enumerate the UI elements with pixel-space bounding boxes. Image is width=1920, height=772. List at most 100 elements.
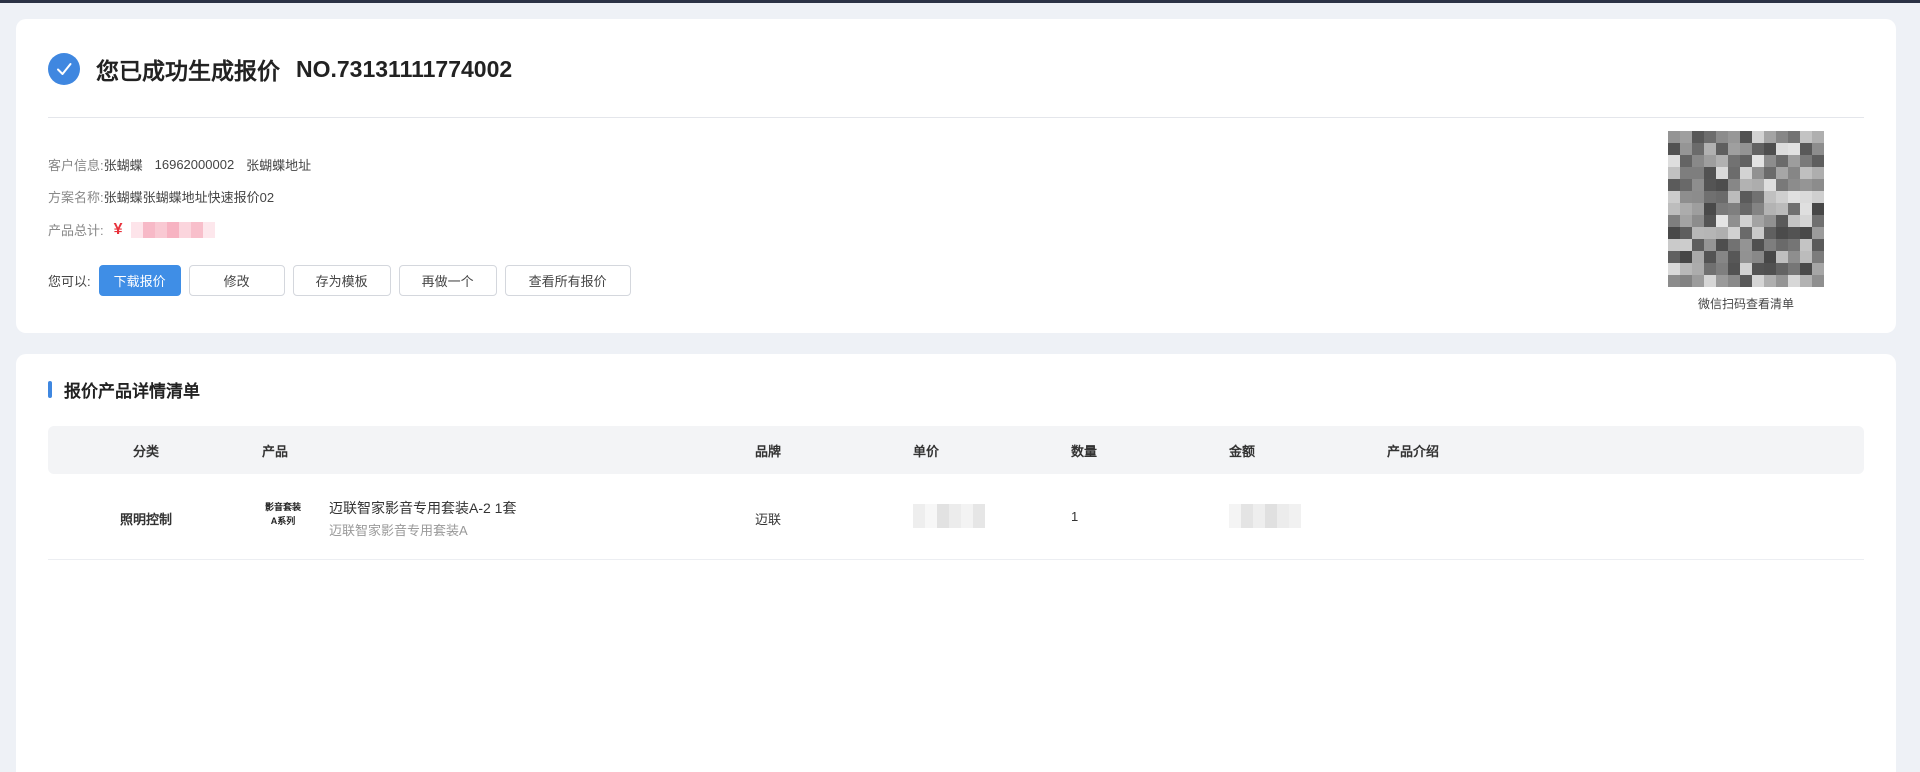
unit-price-redacted <box>913 504 985 528</box>
qr-cell <box>1752 191 1764 203</box>
qr-cell <box>1728 167 1740 179</box>
customer-name: 张蝴蝶 <box>103 158 143 173</box>
qr-cell <box>1728 275 1740 287</box>
amount-redacted <box>1229 504 1301 528</box>
divider <box>48 117 1864 118</box>
qr-cell <box>1800 251 1812 263</box>
qr-cell <box>1740 167 1752 179</box>
qr-cell <box>1800 239 1812 251</box>
check-circle-icon <box>48 53 80 85</box>
product-total-label: 产品总计: <box>48 223 104 238</box>
qr-cell <box>1692 203 1704 215</box>
plan-name-label: 方案名称: <box>48 190 104 205</box>
qr-cell <box>1752 275 1764 287</box>
qr-cell <box>1764 239 1776 251</box>
qr-cell <box>1704 239 1716 251</box>
qr-cell <box>1692 131 1704 143</box>
qr-cell <box>1704 179 1716 191</box>
product-subtitle: 迈联智家影音专用套装A <box>329 523 468 538</box>
qr-cell <box>1752 215 1764 227</box>
qr-cell <box>1752 131 1764 143</box>
qr-cell <box>1788 131 1800 143</box>
qr-cell <box>1716 131 1728 143</box>
qr-cell <box>1668 227 1680 239</box>
qr-cell <box>1728 263 1740 275</box>
qr-cell <box>1680 275 1692 287</box>
qr-cell <box>1800 155 1812 167</box>
qr-cell <box>1668 215 1680 227</box>
qr-cell <box>1680 179 1692 191</box>
qr-cell <box>1776 251 1788 263</box>
qr-cell <box>1764 191 1776 203</box>
qr-cell <box>1716 143 1728 155</box>
col-product: 产品 <box>262 444 289 459</box>
qr-cell <box>1788 263 1800 275</box>
edit-button[interactable]: 修改 <box>188 265 285 296</box>
top-window-strip <box>0 0 1920 3</box>
qr-cell <box>1716 239 1728 251</box>
customer-phone: 16962000002 <box>154 157 235 172</box>
view-all-quotes-button[interactable]: 查看所有报价 <box>504 265 631 296</box>
qr-cell <box>1764 275 1776 287</box>
qr-cell <box>1740 263 1752 275</box>
qr-cell <box>1812 227 1824 239</box>
qr-cell <box>1788 203 1800 215</box>
qr-cell <box>1716 215 1728 227</box>
qr-cell <box>1704 263 1716 275</box>
qr-cell <box>1776 203 1788 215</box>
qr-cell <box>1740 179 1752 191</box>
row-category: 照明控制 <box>119 512 172 527</box>
qr-cell <box>1680 227 1692 239</box>
qr-cell <box>1680 203 1692 215</box>
qr-cell <box>1800 263 1812 275</box>
download-quote-button[interactable]: 下载报价 <box>98 265 181 296</box>
qr-cell <box>1788 227 1800 239</box>
qr-cell <box>1812 203 1824 215</box>
qr-cell <box>1800 131 1812 143</box>
qr-cell <box>1788 275 1800 287</box>
save-template-button[interactable]: 存为模板 <box>292 265 391 296</box>
qr-cell <box>1776 143 1788 155</box>
qr-cell <box>1692 239 1704 251</box>
qr-cell <box>1788 155 1800 167</box>
qr-cell <box>1764 227 1776 239</box>
qr-cell <box>1668 263 1680 275</box>
qr-cell <box>1740 143 1752 155</box>
qr-cell <box>1692 263 1704 275</box>
qr-cell <box>1728 179 1740 191</box>
row-quantity: 1 <box>1071 509 1079 524</box>
qr-cell <box>1704 203 1716 215</box>
plan-name-line: 方案名称: 张蝴蝶张蝴蝶地址快速报价02 <box>48 187 286 206</box>
qr-cell <box>1740 203 1752 215</box>
qr-cell <box>1812 179 1824 191</box>
redo-button[interactable]: 再做一个 <box>398 265 497 296</box>
qr-cell <box>1812 131 1824 143</box>
qr-cell <box>1668 179 1680 191</box>
qr-cell <box>1692 227 1704 239</box>
page-title: 您已成功生成报价 <box>96 58 280 84</box>
qr-cell <box>1764 167 1776 179</box>
qr-cell <box>1740 227 1752 239</box>
qr-cell <box>1716 167 1728 179</box>
qr-cell <box>1728 191 1740 203</box>
plan-name-value: 张蝴蝶张蝴蝶地址快速报价02 <box>103 190 275 205</box>
product-total-line: 产品总计: ¥ <box>48 220 215 239</box>
qr-cell <box>1752 155 1764 167</box>
qr-cell <box>1704 143 1716 155</box>
qr-cell <box>1680 155 1692 167</box>
qr-cell <box>1692 215 1704 227</box>
table-row: 照明控制 影音套装 A系列 迈联智家影音专用套装A-2 1套 迈联智家影音专用套… <box>48 474 1864 560</box>
qr-cell <box>1728 239 1740 251</box>
qr-cell <box>1668 131 1680 143</box>
qr-cell <box>1764 215 1776 227</box>
qr-cell <box>1728 215 1740 227</box>
section-header: 报价产品详情清单 <box>48 377 200 402</box>
qr-cell <box>1716 179 1728 191</box>
qr-cell <box>1800 203 1812 215</box>
thumbnail-line-1: 影音套装 <box>264 502 301 512</box>
product-thumbnail: 影音套装 A系列 <box>256 500 310 528</box>
qr-cell <box>1692 191 1704 203</box>
qr-cell <box>1704 227 1716 239</box>
customer-info-label: 客户信息: <box>48 158 104 173</box>
qr-cell <box>1800 143 1812 155</box>
